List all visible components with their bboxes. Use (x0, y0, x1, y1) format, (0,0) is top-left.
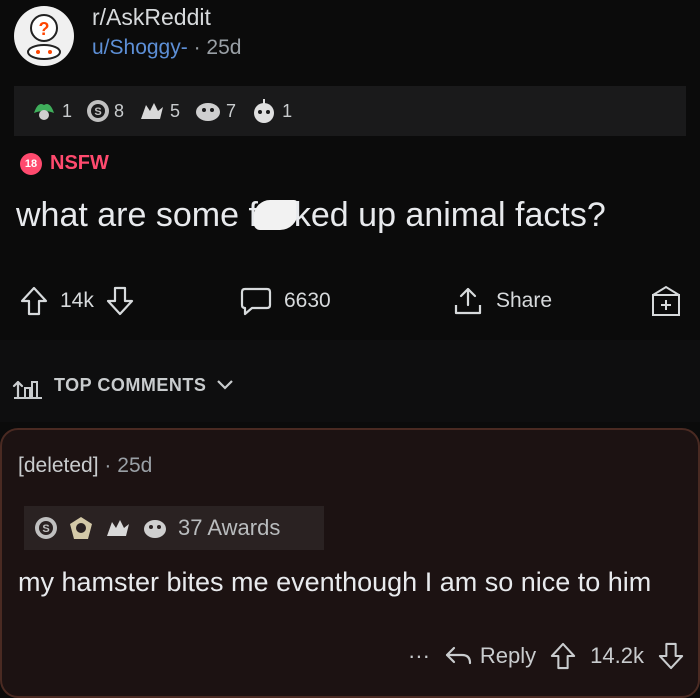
award-count: 1 (282, 100, 293, 121)
post-action-bar: 14k 6630 Share (0, 270, 700, 332)
nsfw-badge-icon: 18 (20, 152, 42, 175)
comment-sort-bar: TOP COMMENTS (0, 340, 700, 422)
downvote-arrow-icon (658, 642, 684, 670)
share-icon (454, 287, 482, 315)
downvote-button[interactable] (106, 286, 134, 316)
award-hug[interactable]: 7 (194, 99, 236, 123)
sort-dropdown[interactable]: TOP COMMENTS (12, 370, 234, 400)
more-options-button[interactable]: ··· (408, 643, 430, 669)
svg-text:S: S (42, 523, 49, 535)
svg-text:?: ? (39, 19, 50, 39)
comment-downvote-button[interactable] (658, 642, 684, 670)
reply-label: Reply (479, 643, 537, 668)
vote-group: 14k (20, 286, 134, 316)
comment-author[interactable]: [deleted] (18, 454, 99, 477)
wholesome-award-icon (107, 520, 129, 536)
award-count: 7 (226, 100, 237, 121)
award-rocket[interactable]: 1 (250, 98, 292, 124)
gold-award-icon (70, 517, 92, 539)
post-title[interactable]: what are some f ked up animal facts? (16, 196, 606, 235)
helpful-award-icon (34, 104, 54, 120)
award-count: 5 (170, 100, 181, 121)
upvote-arrow-icon (551, 642, 576, 670)
upvote-button[interactable] (20, 286, 48, 316)
comment-age: 25d (117, 454, 153, 477)
post-byline: u/Shoggy- · 25d (92, 36, 241, 60)
comment-score: 14.2k (590, 643, 644, 668)
title-part-1: what are some f (16, 196, 258, 234)
subreddit-name[interactable]: r/AskReddit (92, 4, 211, 31)
award-count: 8 (114, 100, 125, 121)
share-label: Share (496, 289, 553, 312)
award-silver[interactable]: S 8 (86, 99, 124, 123)
comment-bubble-icon (240, 287, 272, 316)
silver-award-icon: S (35, 517, 57, 539)
comment-card: [deleted] · 25d S 37 Awards my hamster b… (0, 428, 700, 698)
comment-body: my hamster bites me eventhough I am so n… (18, 567, 652, 597)
give-award-button[interactable] (648, 283, 684, 319)
upvote-count: 14k (60, 289, 94, 312)
award-helpful[interactable]: 1 (30, 99, 72, 123)
nsfw-label: NSFW (50, 152, 109, 174)
nsfw-tag: 18 NSFW (20, 152, 109, 175)
reply-button[interactable]: Reply (444, 643, 536, 669)
gift-icon (652, 285, 680, 316)
hug-award-icon (144, 520, 166, 538)
hug-award-icon (196, 103, 221, 121)
post-awards-bar[interactable]: 1 S 8 5 7 1 (14, 86, 686, 136)
post-age: 25d (206, 36, 242, 59)
comments-button[interactable]: 6630 (240, 286, 331, 316)
award-count: 1 (62, 100, 73, 121)
top-sort-icon (12, 380, 42, 400)
askreddit-logo-icon: ? (27, 14, 61, 60)
downvote-arrow-icon (106, 286, 133, 316)
chevron-down-icon (217, 380, 234, 390)
subreddit-avatar[interactable]: ? (14, 6, 74, 66)
comment-awards-bar[interactable]: S 37 Awards (24, 506, 324, 550)
rocket-award-icon (254, 99, 275, 123)
comment-awards-count: 37 Awards (178, 515, 281, 540)
share-button[interactable]: Share (452, 285, 552, 317)
title-part-2: ked up animal facts? (293, 196, 606, 234)
post-author[interactable]: u/Shoggy- (92, 36, 188, 59)
censor-blot (253, 200, 298, 230)
silver-award-icon: S (87, 100, 110, 122)
reply-arrow-icon (445, 646, 472, 665)
comment-actions: ··· Reply 14.2k (408, 642, 684, 670)
sort-label: TOP COMMENTS (54, 374, 207, 395)
svg-text:S: S (94, 106, 101, 118)
award-wholesome[interactable]: 5 (138, 99, 180, 123)
comment-meta: [deleted] · 25d (18, 454, 152, 478)
post-header: ? r/AskReddit u/Shoggy- · 25d (0, 0, 700, 80)
comment-separator: · (104, 454, 112, 477)
wholesome-award-icon (141, 103, 164, 119)
comment-upvote-button[interactable] (550, 642, 576, 670)
byline-separator: · (193, 36, 201, 59)
upvote-arrow-icon (20, 286, 48, 316)
comment-count: 6630 (284, 289, 331, 312)
